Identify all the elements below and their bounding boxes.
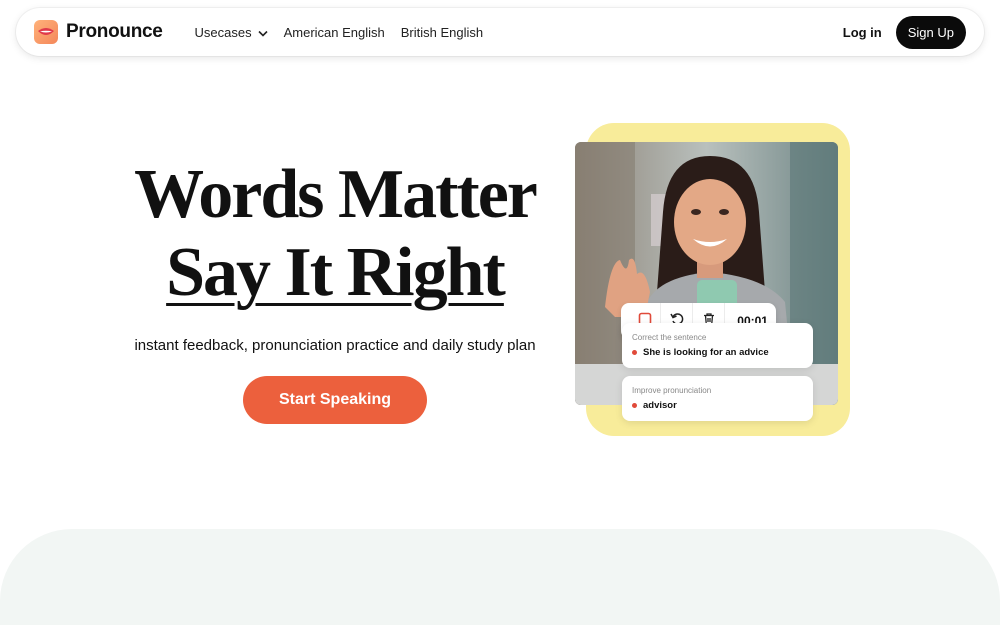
nav-actions: Log in Sign Up <box>843 15 966 49</box>
hero-subtitle: instant feedback, pronunciation practice… <box>134 337 536 354</box>
start-speaking-button[interactable]: Start Speaking <box>243 376 427 424</box>
feedback-card-label: Improve pronunciation <box>632 386 712 395</box>
hero-title: Words Matter Say It Right <box>100 156 570 312</box>
feedback-card-pronunciation: Improve pronunciation advisor <box>622 376 813 421</box>
feedback-card-text: She is looking for an advice <box>643 347 769 358</box>
login-link[interactable]: Log in <box>843 25 882 40</box>
nav-american-english[interactable]: American English <box>284 25 385 40</box>
hero-title-line1: Words Matter <box>134 156 538 233</box>
chevron-down-icon <box>258 25 268 40</box>
brand-link[interactable]: Pronounce <box>34 20 163 44</box>
feedback-card-text: advisor <box>643 400 677 411</box>
feedback-card-content: She is looking for an advice <box>632 347 803 358</box>
nav-british-english[interactable]: British English <box>401 25 483 40</box>
hero-title-line2: Say It Right <box>166 234 506 311</box>
error-dot-icon <box>632 403 637 408</box>
nav-usecases[interactable]: Usecases <box>195 25 268 40</box>
top-navbar: Pronounce Usecases American English Brit… <box>16 8 984 56</box>
lips-logo-icon <box>34 20 58 44</box>
feedback-card-label: Correct the sentence <box>632 333 707 342</box>
next-section-background <box>0 529 1000 625</box>
feedback-card-correct: Correct the sentence She is looking for … <box>622 323 813 368</box>
brand-name: Pronounce <box>66 21 163 42</box>
nav-links: Usecases American English British Englis… <box>195 25 484 40</box>
signup-button[interactable]: Sign Up <box>895 15 966 49</box>
feedback-card-content: advisor <box>632 400 803 411</box>
error-dot-icon <box>632 350 637 355</box>
nav-usecases-label: Usecases <box>194 24 252 40</box>
